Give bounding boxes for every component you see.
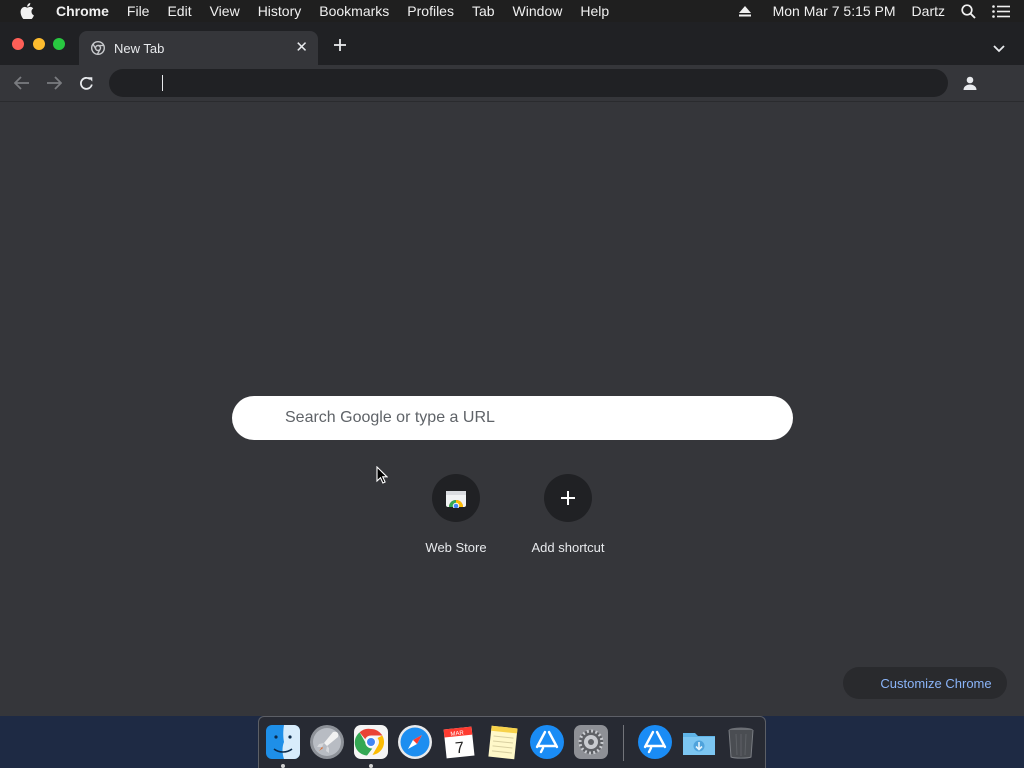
menu-help[interactable]: Help <box>571 3 618 19</box>
tab-close-icon[interactable]: ✕ <box>295 40 308 55</box>
dock-separator <box>623 725 624 761</box>
reload-icon[interactable] <box>77 74 95 92</box>
apple-icon[interactable] <box>20 3 36 19</box>
trash-icon[interactable] <box>721 722 761 762</box>
chrome-favicon-icon <box>91 41 105 55</box>
macos-menubar: Chrome File Edit View History Bookmarks … <box>0 0 1024 22</box>
profile-avatar-icon[interactable] <box>960 73 980 93</box>
menubar-status-area: Mon Mar 7 5:15 PM Dartz <box>731 0 1024 22</box>
notes-icon[interactable] <box>483 722 523 762</box>
finder-icon[interactable] <box>263 722 303 762</box>
ntp-search-box[interactable] <box>232 396 793 440</box>
menubar-clock[interactable]: Mon Mar 7 5:15 PM <box>759 3 904 19</box>
customize-chrome-label: Customize Chrome <box>880 675 992 691</box>
downloads-folder-icon[interactable] <box>679 722 719 762</box>
menu-window[interactable]: Window <box>504 3 572 19</box>
tab-strip: New Tab ✕ <box>0 22 1024 65</box>
menu-edit[interactable]: Edit <box>158 3 200 19</box>
running-indicator-chrome <box>369 764 373 768</box>
shortcut-web-store[interactable]: Web Store <box>400 472 512 562</box>
calendar-icon[interactable]: MAR 7 <box>439 722 479 762</box>
calendar-day: 7 <box>454 740 465 758</box>
text-caret <box>162 75 163 91</box>
spotlight-search-icon[interactable] <box>953 3 984 19</box>
chrome-icon[interactable] <box>351 722 391 762</box>
menu-view[interactable]: View <box>201 3 249 19</box>
close-window-button[interactable] <box>12 38 24 50</box>
macos-dock: MAR 7 <box>258 716 766 768</box>
menu-profiles[interactable]: Profiles <box>398 3 463 19</box>
tab-title: New Tab <box>114 40 165 56</box>
menu-file[interactable]: File <box>118 3 159 19</box>
minimize-window-button[interactable] <box>33 38 45 50</box>
chrome-window: New Tab ✕ Search Google or type a URL We… <box>0 22 1024 716</box>
menu-bookmarks[interactable]: Bookmarks <box>310 3 398 19</box>
new-tab-page: Web Store Add shortcut Customize Chrome <box>0 102 1024 716</box>
system-preferences-icon[interactable] <box>571 722 611 762</box>
zoom-window-button[interactable] <box>53 38 65 50</box>
mouse-pointer-icon <box>376 465 389 489</box>
notification-center-icon[interactable] <box>984 4 1024 18</box>
menubar-user[interactable]: Dartz <box>904 3 953 19</box>
shortcut-label: Add shortcut <box>531 540 605 555</box>
tab-search-chevron-icon[interactable] <box>993 40 1005 58</box>
plus-icon <box>544 474 592 522</box>
omnibox-input[interactable] <box>161 74 925 92</box>
web-store-icon <box>432 474 480 522</box>
safari-icon[interactable] <box>395 722 435 762</box>
tab-new-tab[interactable]: New Tab ✕ <box>79 31 318 65</box>
app-store-downloads-icon[interactable] <box>635 722 675 762</box>
forward-arrow-icon[interactable] <box>45 74 63 92</box>
launchpad-icon[interactable] <box>307 722 347 762</box>
running-indicator-finder <box>281 764 285 768</box>
customize-chrome-button[interactable]: Customize Chrome <box>843 667 1007 699</box>
new-tab-button[interactable] <box>331 36 349 54</box>
app-store-icon[interactable] <box>527 722 567 762</box>
ntp-search-input[interactable] <box>283 408 767 428</box>
browser-toolbar <box>0 65 1024 101</box>
menu-app-chrome[interactable]: Chrome <box>50 3 118 19</box>
back-arrow-icon[interactable] <box>13 74 31 92</box>
menu-tab[interactable]: Tab <box>463 3 504 19</box>
omnibox[interactable] <box>109 69 948 97</box>
eject-icon[interactable] <box>731 5 759 17</box>
menu-history[interactable]: History <box>249 3 311 19</box>
shortcut-add[interactable]: Add shortcut <box>512 472 624 562</box>
shortcut-label: Web Store <box>425 540 487 555</box>
